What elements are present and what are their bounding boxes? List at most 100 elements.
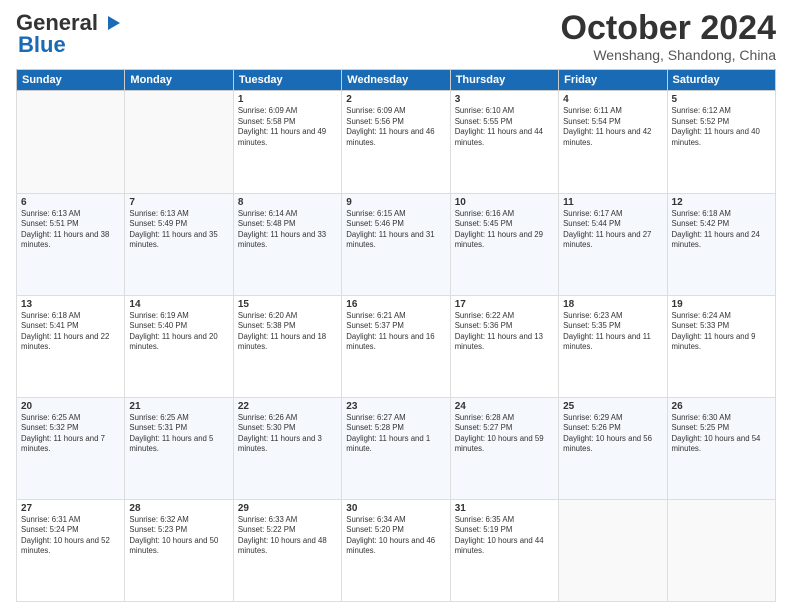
calendar-cell: 22 Sunrise: 6:26 AMSunset: 5:30 PMDaylig… [233,397,341,499]
cell-info: Sunrise: 6:16 AMSunset: 5:45 PMDaylight:… [455,209,543,250]
cell-info: Sunrise: 6:17 AMSunset: 5:44 PMDaylight:… [563,209,651,250]
day-number: 13 [21,299,120,310]
day-number: 19 [672,299,771,310]
cell-info: Sunrise: 6:31 AMSunset: 5:24 PMDaylight:… [21,515,110,556]
calendar-cell: 25 Sunrise: 6:29 AMSunset: 5:26 PMDaylig… [559,397,667,499]
cell-info: Sunrise: 6:24 AMSunset: 5:33 PMDaylight:… [672,311,756,352]
cell-info: Sunrise: 6:34 AMSunset: 5:20 PMDaylight:… [346,515,435,556]
calendar-cell: 4 Sunrise: 6:11 AMSunset: 5:54 PMDayligh… [559,91,667,193]
day-number: 17 [455,299,554,310]
cell-info: Sunrise: 6:25 AMSunset: 5:32 PMDaylight:… [21,413,105,454]
calendar-week-row: 20 Sunrise: 6:25 AMSunset: 5:32 PMDaylig… [17,397,776,499]
calendar-cell: 2 Sunrise: 6:09 AMSunset: 5:56 PMDayligh… [342,91,450,193]
calendar-cell: 29 Sunrise: 6:33 AMSunset: 5:22 PMDaylig… [233,499,341,601]
calendar-cell [667,499,775,601]
day-number: 4 [563,94,662,105]
calendar-week-row: 13 Sunrise: 6:18 AMSunset: 5:41 PMDaylig… [17,295,776,397]
day-number: 9 [346,197,445,208]
day-number: 21 [129,401,228,412]
day-number: 5 [672,94,771,105]
calendar-cell: 20 Sunrise: 6:25 AMSunset: 5:32 PMDaylig… [17,397,125,499]
calendar-cell: 9 Sunrise: 6:15 AMSunset: 5:46 PMDayligh… [342,193,450,295]
cell-info: Sunrise: 6:14 AMSunset: 5:48 PMDaylight:… [238,209,326,250]
cell-info: Sunrise: 6:13 AMSunset: 5:49 PMDaylight:… [129,209,217,250]
calendar-day-header: Sunday [17,70,125,91]
calendar-cell: 8 Sunrise: 6:14 AMSunset: 5:48 PMDayligh… [233,193,341,295]
calendar-cell: 27 Sunrise: 6:31 AMSunset: 5:24 PMDaylig… [17,499,125,601]
calendar-week-row: 1 Sunrise: 6:09 AMSunset: 5:58 PMDayligh… [17,91,776,193]
day-number: 24 [455,401,554,412]
day-number: 28 [129,503,228,514]
cell-info: Sunrise: 6:30 AMSunset: 5:25 PMDaylight:… [672,413,761,454]
day-number: 8 [238,197,337,208]
cell-info: Sunrise: 6:13 AMSunset: 5:51 PMDaylight:… [21,209,109,250]
cell-info: Sunrise: 6:28 AMSunset: 5:27 PMDaylight:… [455,413,544,454]
logo-icon [100,12,122,34]
cell-info: Sunrise: 6:09 AMSunset: 5:56 PMDaylight:… [346,106,434,147]
day-number: 3 [455,94,554,105]
day-number: 1 [238,94,337,105]
day-number: 29 [238,503,337,514]
calendar-week-row: 6 Sunrise: 6:13 AMSunset: 5:51 PMDayligh… [17,193,776,295]
calendar-day-header: Tuesday [233,70,341,91]
cell-info: Sunrise: 6:33 AMSunset: 5:22 PMDaylight:… [238,515,327,556]
calendar-cell: 11 Sunrise: 6:17 AMSunset: 5:44 PMDaylig… [559,193,667,295]
logo: General Blue [16,10,122,58]
cell-info: Sunrise: 6:29 AMSunset: 5:26 PMDaylight:… [563,413,652,454]
calendar-header-row: SundayMondayTuesdayWednesdayThursdayFrid… [17,70,776,91]
calendar-cell: 26 Sunrise: 6:30 AMSunset: 5:25 PMDaylig… [667,397,775,499]
day-number: 18 [563,299,662,310]
day-number: 11 [563,197,662,208]
day-number: 16 [346,299,445,310]
cell-info: Sunrise: 6:18 AMSunset: 5:41 PMDaylight:… [21,311,109,352]
calendar-cell [559,499,667,601]
calendar-cell: 19 Sunrise: 6:24 AMSunset: 5:33 PMDaylig… [667,295,775,397]
calendar-cell: 6 Sunrise: 6:13 AMSunset: 5:51 PMDayligh… [17,193,125,295]
calendar-cell: 15 Sunrise: 6:20 AMSunset: 5:38 PMDaylig… [233,295,341,397]
day-number: 25 [563,401,662,412]
calendar-cell: 18 Sunrise: 6:23 AMSunset: 5:35 PMDaylig… [559,295,667,397]
page: General Blue October 2024 Wenshang, Shan… [0,0,792,612]
month-title: October 2024 [561,10,776,47]
calendar-week-row: 27 Sunrise: 6:31 AMSunset: 5:24 PMDaylig… [17,499,776,601]
calendar-cell: 5 Sunrise: 6:12 AMSunset: 5:52 PMDayligh… [667,91,775,193]
calendar-cell: 30 Sunrise: 6:34 AMSunset: 5:20 PMDaylig… [342,499,450,601]
calendar-cell: 7 Sunrise: 6:13 AMSunset: 5:49 PMDayligh… [125,193,233,295]
day-number: 12 [672,197,771,208]
calendar-cell: 17 Sunrise: 6:22 AMSunset: 5:36 PMDaylig… [450,295,558,397]
day-number: 14 [129,299,228,310]
calendar-day-header: Wednesday [342,70,450,91]
calendar-day-header: Saturday [667,70,775,91]
calendar-cell: 23 Sunrise: 6:27 AMSunset: 5:28 PMDaylig… [342,397,450,499]
calendar-cell: 13 Sunrise: 6:18 AMSunset: 5:41 PMDaylig… [17,295,125,397]
day-number: 23 [346,401,445,412]
day-number: 22 [238,401,337,412]
cell-info: Sunrise: 6:21 AMSunset: 5:37 PMDaylight:… [346,311,434,352]
cell-info: Sunrise: 6:18 AMSunset: 5:42 PMDaylight:… [672,209,760,250]
calendar-cell: 12 Sunrise: 6:18 AMSunset: 5:42 PMDaylig… [667,193,775,295]
logo-blue: Blue [18,32,66,58]
cell-info: Sunrise: 6:19 AMSunset: 5:40 PMDaylight:… [129,311,217,352]
calendar-cell: 24 Sunrise: 6:28 AMSunset: 5:27 PMDaylig… [450,397,558,499]
title-block: October 2024 Wenshang, Shandong, China [561,10,776,63]
calendar-cell: 14 Sunrise: 6:19 AMSunset: 5:40 PMDaylig… [125,295,233,397]
cell-info: Sunrise: 6:22 AMSunset: 5:36 PMDaylight:… [455,311,543,352]
calendar-cell: 21 Sunrise: 6:25 AMSunset: 5:31 PMDaylig… [125,397,233,499]
calendar-cell: 28 Sunrise: 6:32 AMSunset: 5:23 PMDaylig… [125,499,233,601]
calendar-day-header: Monday [125,70,233,91]
day-number: 7 [129,197,228,208]
calendar-cell: 16 Sunrise: 6:21 AMSunset: 5:37 PMDaylig… [342,295,450,397]
cell-info: Sunrise: 6:10 AMSunset: 5:55 PMDaylight:… [455,106,543,147]
day-number: 15 [238,299,337,310]
cell-info: Sunrise: 6:26 AMSunset: 5:30 PMDaylight:… [238,413,322,454]
cell-info: Sunrise: 6:23 AMSunset: 5:35 PMDaylight:… [563,311,651,352]
calendar-cell: 31 Sunrise: 6:35 AMSunset: 5:19 PMDaylig… [450,499,558,601]
calendar-cell [125,91,233,193]
calendar-table: SundayMondayTuesdayWednesdayThursdayFrid… [16,69,776,602]
calendar-cell: 1 Sunrise: 6:09 AMSunset: 5:58 PMDayligh… [233,91,341,193]
day-number: 2 [346,94,445,105]
location-subtitle: Wenshang, Shandong, China [561,47,776,63]
cell-info: Sunrise: 6:32 AMSunset: 5:23 PMDaylight:… [129,515,218,556]
day-number: 30 [346,503,445,514]
day-number: 6 [21,197,120,208]
